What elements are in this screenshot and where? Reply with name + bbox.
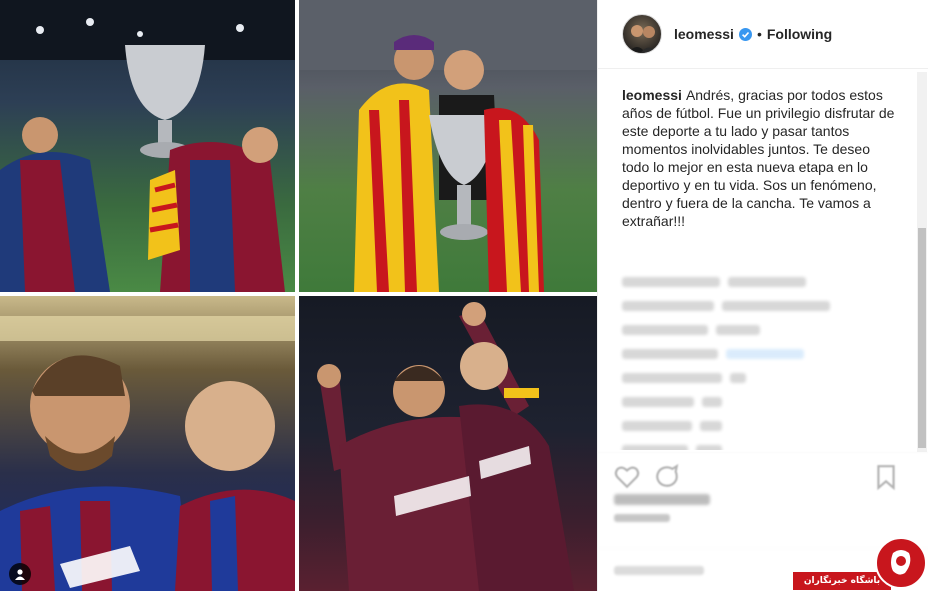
user-tag-icon[interactable] <box>9 563 31 585</box>
news-agency-watermark: باشگاه خبرنگاران <box>793 535 928 591</box>
load-more-comments[interactable] <box>622 246 900 270</box>
post-header: leomessi • Following <box>598 0 928 69</box>
bookmark-icon[interactable] <box>873 464 899 490</box>
comment-item <box>622 438 900 450</box>
post-timestamp[interactable] <box>614 514 670 525</box>
post-sidebar: leomessi • Following leomessi Andrés, gra… <box>597 0 928 591</box>
comment-item <box>622 390 900 414</box>
scrollbar-thumb[interactable] <box>918 228 926 448</box>
comment-list <box>622 246 900 450</box>
photo-goal-celebration <box>299 296 597 591</box>
comment-icon[interactable] <box>654 463 680 490</box>
header-separator: • <box>756 26 762 42</box>
caption: leomessi Andrés, gracias por todos estos … <box>622 86 900 230</box>
comment-item <box>622 294 900 318</box>
comments-scrollbar[interactable] <box>917 72 927 452</box>
likes-count[interactable] <box>614 492 710 508</box>
verified-badge-icon <box>738 27 752 41</box>
comments-scroll-area[interactable]: leomessi Andrés, gracias por todos estos … <box>598 70 920 450</box>
photo-trophy-with-flags <box>299 0 597 292</box>
follow-button[interactable]: Following <box>767 26 832 42</box>
photo-champions-trophy-stadium <box>0 0 295 292</box>
avatar[interactable] <box>622 14 662 54</box>
caption-username[interactable]: leomessi <box>622 87 682 103</box>
comment-item <box>622 270 900 294</box>
comment-item <box>622 318 900 342</box>
comment-item <box>622 366 900 390</box>
post-image[interactable] <box>0 0 597 591</box>
comment-item <box>622 414 900 438</box>
caption-text: Andrés, gracias por todos estos años de … <box>622 87 895 229</box>
watermark-logo <box>875 537 927 589</box>
comment-item <box>622 342 900 366</box>
header-username[interactable]: leomessi <box>674 26 734 42</box>
heart-icon[interactable] <box>614 464 640 490</box>
photo-celebration-close-up <box>0 296 295 591</box>
